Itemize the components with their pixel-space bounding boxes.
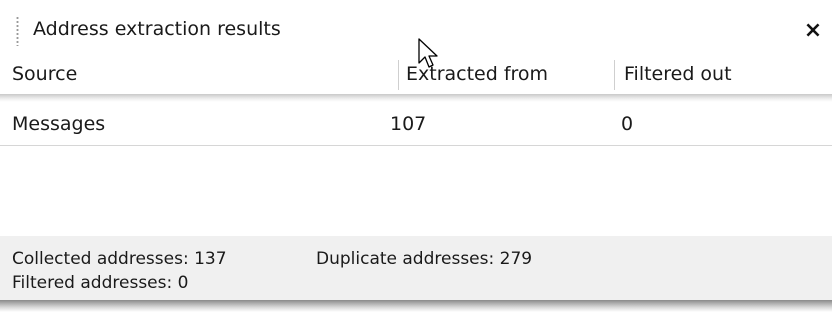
cell-extracted-from: 107 bbox=[390, 113, 427, 135]
close-button[interactable]: × bbox=[800, 16, 826, 46]
column-header-filtered-out[interactable]: Filtered out bbox=[624, 58, 732, 96]
table-header: Source Extracted from Filtered out bbox=[0, 58, 832, 96]
grip-icon[interactable] bbox=[16, 16, 19, 46]
panel-bottom-edge bbox=[0, 300, 832, 312]
mouse-cursor-icon bbox=[418, 38, 438, 68]
header-divider bbox=[0, 94, 832, 102]
column-divider[interactable] bbox=[614, 60, 615, 90]
table-row[interactable]: Messages 107 0 bbox=[0, 104, 832, 146]
status-summary: Collected addresses: 137 Duplicate addre… bbox=[0, 236, 832, 302]
address-extraction-results-panel: Address extraction results × Source Extr… bbox=[0, 0, 832, 312]
collected-addresses-count: Collected addresses: 137 bbox=[12, 249, 227, 269]
duplicate-addresses-count: Duplicate addresses: 279 bbox=[316, 249, 533, 269]
column-header-source[interactable]: Source bbox=[12, 58, 77, 96]
filtered-addresses-count: Filtered addresses: 0 bbox=[12, 273, 189, 293]
column-divider[interactable] bbox=[398, 60, 399, 90]
panel-title-bar[interactable]: Address extraction results × bbox=[0, 0, 832, 58]
cell-source: Messages bbox=[12, 113, 106, 135]
panel-title: Address extraction results bbox=[33, 18, 281, 40]
cell-filtered-out: 0 bbox=[621, 113, 634, 135]
